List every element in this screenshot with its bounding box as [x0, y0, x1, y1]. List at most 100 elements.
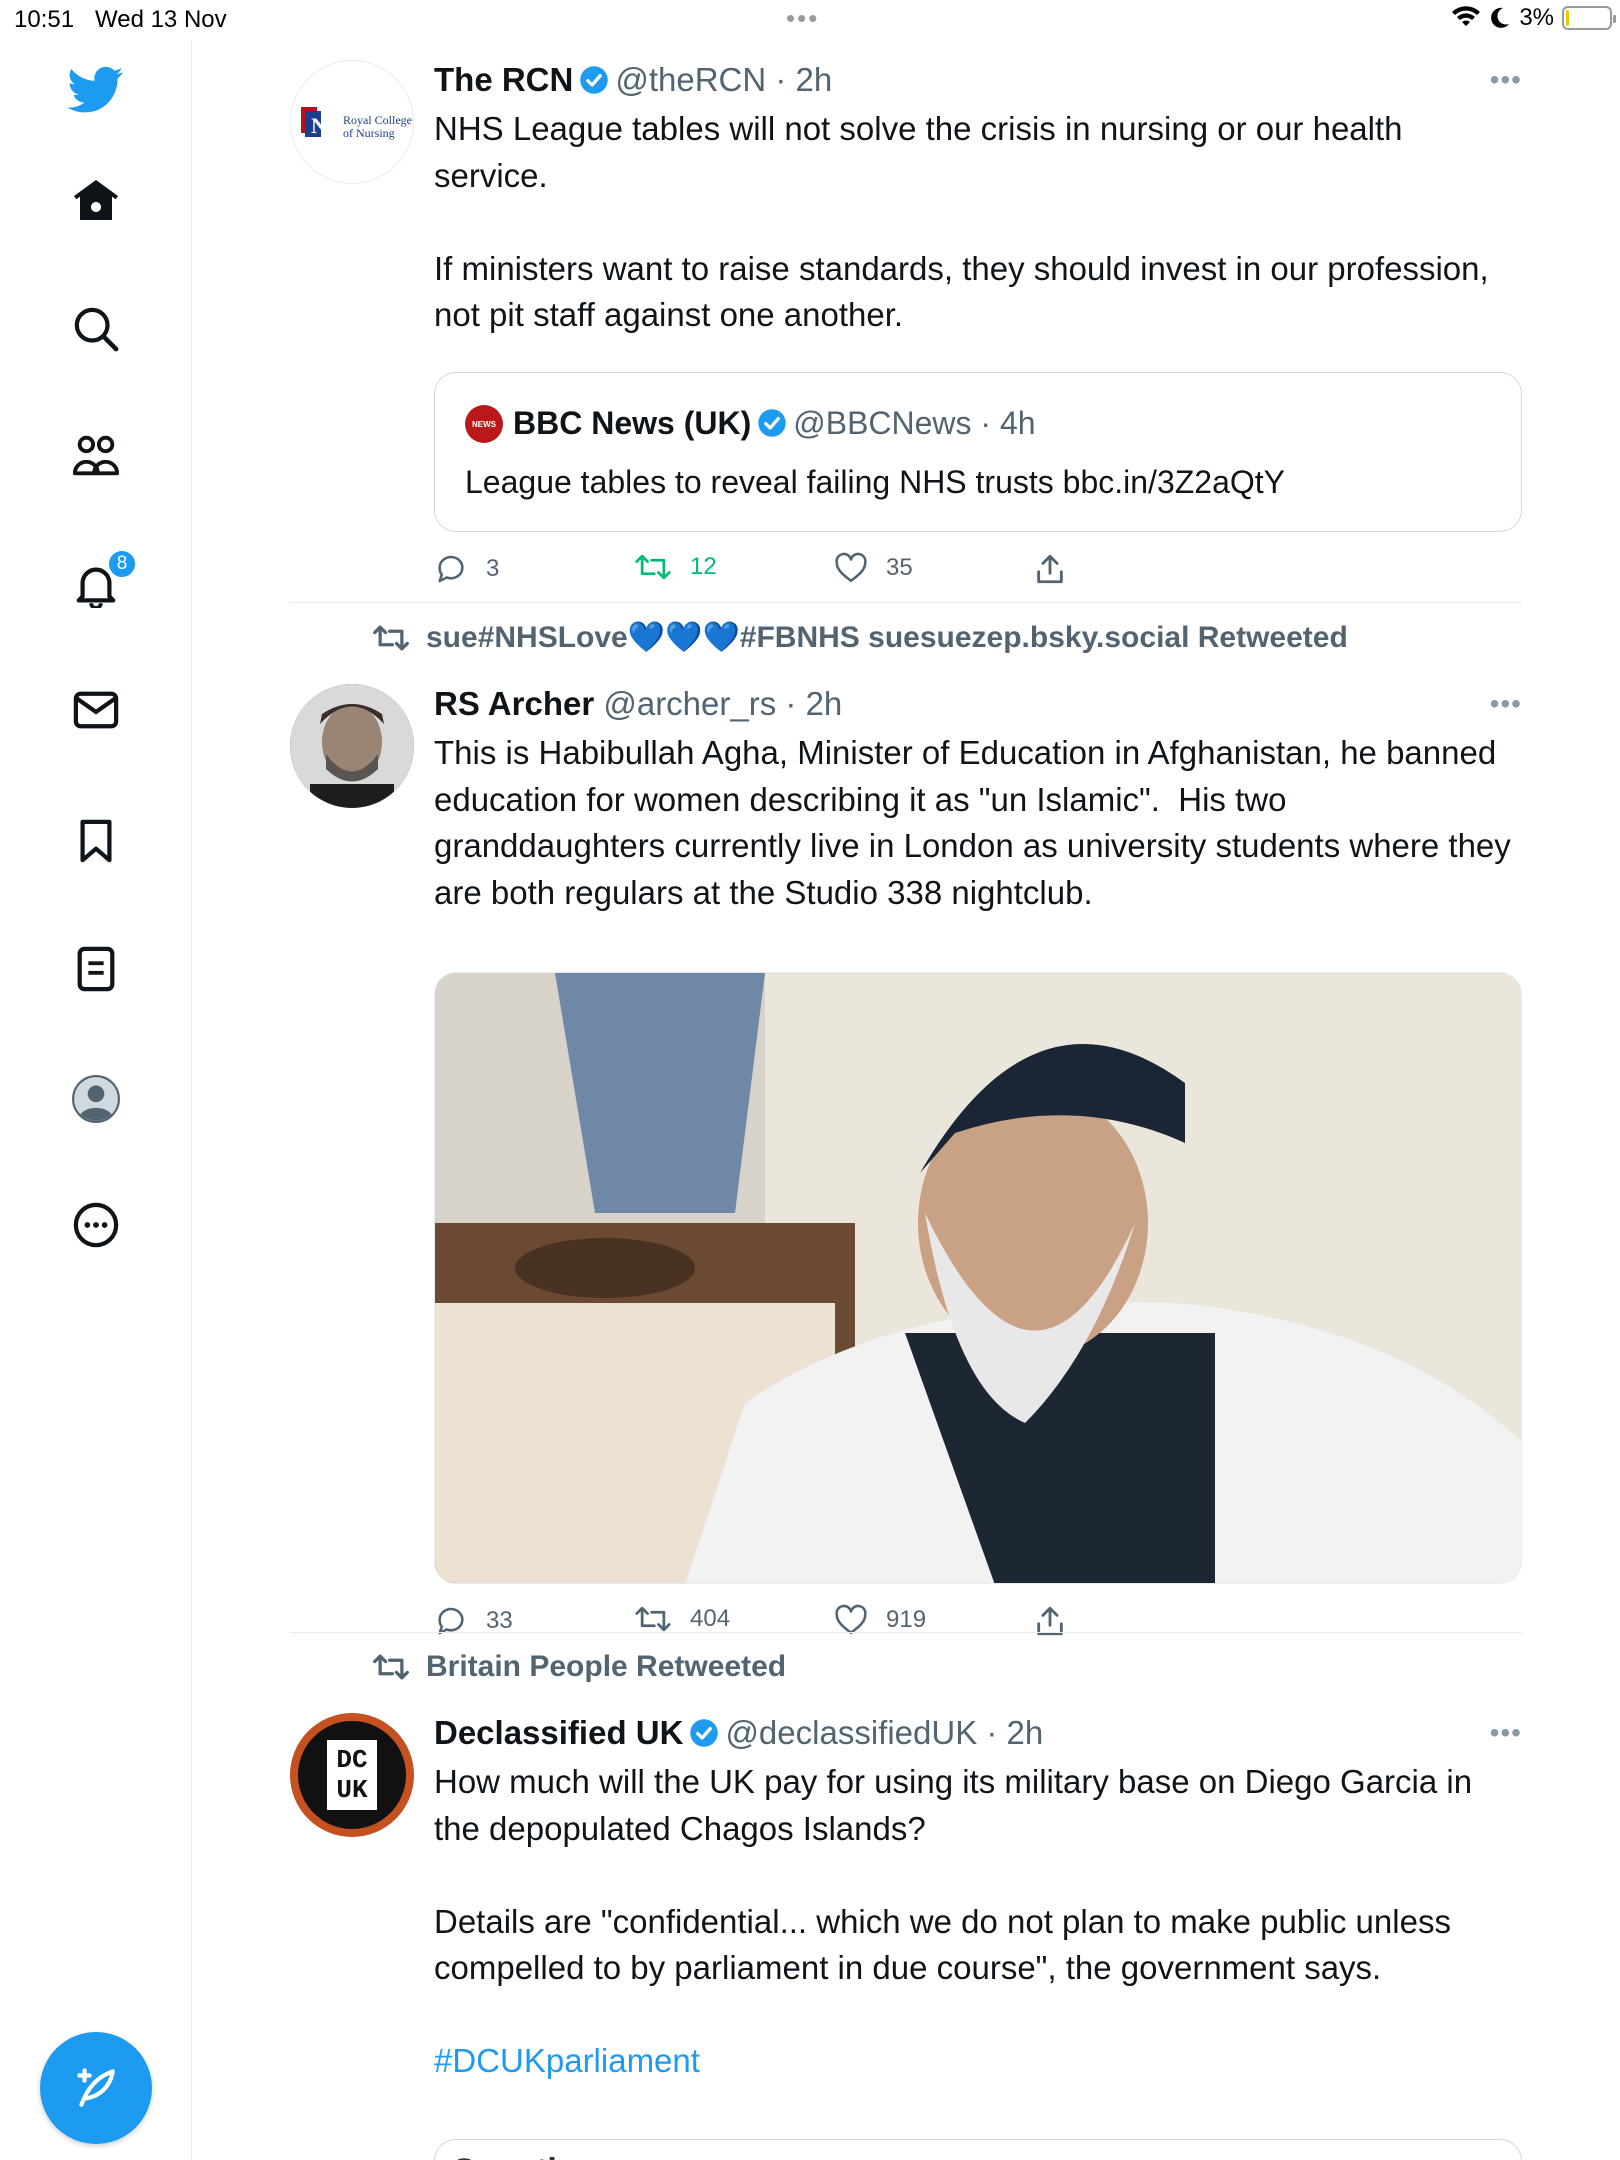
author-name[interactable]: RS Archer	[434, 685, 594, 722]
heart-icon	[835, 552, 867, 583]
logo-line-2: UK	[336, 1775, 368, 1805]
retweeted-by-text: sue#NHSLove💙💙💙#FBNHS suesuezep.bsky.soci…	[426, 621, 1348, 654]
tweet-text: This is Habibullah Agha, Minister of Edu…	[434, 734, 1520, 911]
reply-button[interactable]: 3	[434, 552, 499, 586]
moon-icon	[1491, 7, 1510, 28]
svg-text:N: N	[311, 113, 327, 138]
bbc-news-avatar: NEWS	[465, 405, 503, 443]
like-count: 35	[886, 554, 913, 581]
tweet-divider	[290, 602, 1522, 603]
bbc-avatar-text: NEWS	[472, 419, 496, 429]
sidebar-item-messages[interactable]	[0, 690, 192, 730]
retweeted-by[interactable]: sue#NHSLove💙💙💙#FBNHS suesuezep.bsky.soci…	[372, 620, 1348, 655]
status-bar: 10:51 Wed 13 Nov ••• 3%	[0, 0, 1620, 40]
verified-badge-icon	[690, 1719, 719, 1747]
tweet-time[interactable]: 2h	[806, 685, 843, 722]
tweet-header: RS Archer @archer_rs · 2h •••	[434, 684, 1522, 724]
tweet-actions: 33 404 919	[434, 1604, 1134, 1648]
compose-feather-icon	[77, 2068, 115, 2107]
tweet-time[interactable]: 2h	[1007, 1714, 1044, 1751]
reply-count: 33	[486, 1607, 513, 1634]
sidebar-item-notifications[interactable]: 8	[0, 549, 192, 608]
quoted-tweet-header: BBC News (UK) @BBCNews · 4h	[513, 405, 1036, 441]
more-options-icon[interactable]: •••	[1490, 1713, 1522, 1753]
profile-icon	[72, 1075, 120, 1123]
sidebar: 8	[0, 40, 192, 2160]
compose-tweet-button[interactable]	[40, 2032, 152, 2144]
communities-icon	[72, 435, 120, 476]
tweet-content: RS Archer @archer_rs · 2h ••• This is Ha…	[434, 684, 1522, 1636]
sidebar-item-lists[interactable]	[0, 946, 192, 992]
retweet-icon	[635, 554, 671, 580]
quoted-tweet-time: 4h	[999, 405, 1036, 441]
quoted-tweet[interactable]: NEWS BBC News (UK) @BBCNews · 4h League t…	[434, 372, 1522, 532]
verified-badge-icon	[758, 409, 786, 437]
status-indicators: 3%	[1451, 4, 1616, 32]
avatar-declassified-uk[interactable]: DC UK	[290, 1713, 414, 1837]
twitter-bird-icon	[68, 66, 124, 113]
tweet-photo-image	[435, 973, 1521, 1583]
sidebar-item-more[interactable]	[0, 1202, 192, 1248]
tweet-content: Declassified UK @declassifiedUK · 2h ••• …	[434, 1713, 1522, 2160]
retweet-count: 404	[690, 1605, 731, 1632]
sidebar-item-profile[interactable]	[0, 1074, 192, 1124]
like-count: 919	[886, 1606, 927, 1633]
reply-count: 3	[486, 555, 500, 582]
quoted-tweet-text: League tables to reveal failing NHS trus…	[465, 464, 1285, 500]
sidebar-item-bookmarks[interactable]	[0, 818, 192, 864]
status-date: Wed 13 Nov	[95, 6, 227, 33]
retweet-icon	[373, 625, 409, 650]
battery-percent: 3%	[1519, 4, 1554, 31]
quoted-author-name: BBC News (UK)	[513, 405, 752, 441]
dcuk-logo: DC UK	[298, 1721, 406, 1829]
reply-icon	[438, 555, 464, 583]
mail-icon	[73, 691, 119, 729]
retweet-count: 12	[690, 553, 717, 580]
timeline: N Royal College of Nursing The RCN @theRC…	[192, 40, 1620, 2160]
multitasking-dots-icon[interactable]: •••	[786, 3, 819, 34]
wifi-icon	[1452, 6, 1481, 26]
notifications-badge: 8	[107, 549, 137, 579]
author-handle[interactable]: @archer_rs	[603, 685, 776, 722]
share-button[interactable]	[1034, 552, 1066, 586]
author-name[interactable]: The RCN	[434, 61, 573, 98]
sidebar-item-home[interactable]	[0, 178, 192, 222]
author-handle[interactable]: @declassifiedUK	[725, 1714, 977, 1751]
battery-icon	[1562, 6, 1616, 30]
tweet-header: The RCN @theRCN · 2h •••	[434, 60, 1522, 100]
like-button[interactable]: 35	[834, 552, 913, 584]
hashtag-link[interactable]: #DCUKparliament	[434, 2038, 1522, 2085]
retweet-button[interactable]: 404	[634, 1604, 730, 1634]
sidebar-item-communities[interactable]	[0, 434, 192, 478]
tweet-content: The RCN @theRCN · 2h ••• NHS League table…	[434, 60, 1522, 584]
retweet-button[interactable]: 12	[634, 552, 717, 582]
author-name[interactable]: Declassified UK	[434, 1714, 683, 1751]
logo-line-1: DC	[336, 1745, 368, 1775]
quoted-author-handle: @BBCNews	[793, 405, 972, 441]
search-icon	[74, 307, 119, 352]
sidebar-item-explore[interactable]	[0, 306, 192, 352]
home-icon	[74, 180, 118, 220]
avatar-rcn[interactable]: N Royal College of Nursing	[290, 60, 414, 184]
bookmark-icon	[80, 819, 112, 863]
retweeted-by[interactable]: Britain People Retweeted	[372, 1650, 786, 1684]
avatar-rs-archer[interactable]	[290, 684, 414, 808]
avatar-portrait-image	[290, 684, 414, 808]
tweet-actions: 3 12 35	[434, 552, 1134, 596]
retweet-icon	[373, 1654, 409, 1680]
retweet-icon	[635, 1606, 671, 1632]
status-time: 10:51	[14, 6, 75, 33]
tweet-header: Declassified UK @declassifiedUK · 2h •••	[434, 1713, 1522, 1753]
author-handle[interactable]: @theRCN	[615, 61, 766, 98]
avatar-line-2: of Nursing	[343, 126, 395, 140]
share-icon	[1037, 554, 1063, 584]
card-title: Question	[451, 2152, 598, 2160]
more-options-icon[interactable]: •••	[1490, 684, 1522, 724]
more-options-icon[interactable]: •••	[1490, 60, 1522, 100]
attached-card[interactable]: Question	[434, 2139, 1522, 2160]
tweet-photo[interactable]	[434, 972, 1522, 1584]
list-icon	[77, 946, 115, 992]
sidebar-item-twitter[interactable]	[0, 66, 192, 114]
tweet-time[interactable]: 2h	[796, 61, 833, 98]
tweet-text: NHS League tables will not solve the cri…	[434, 110, 1489, 333]
